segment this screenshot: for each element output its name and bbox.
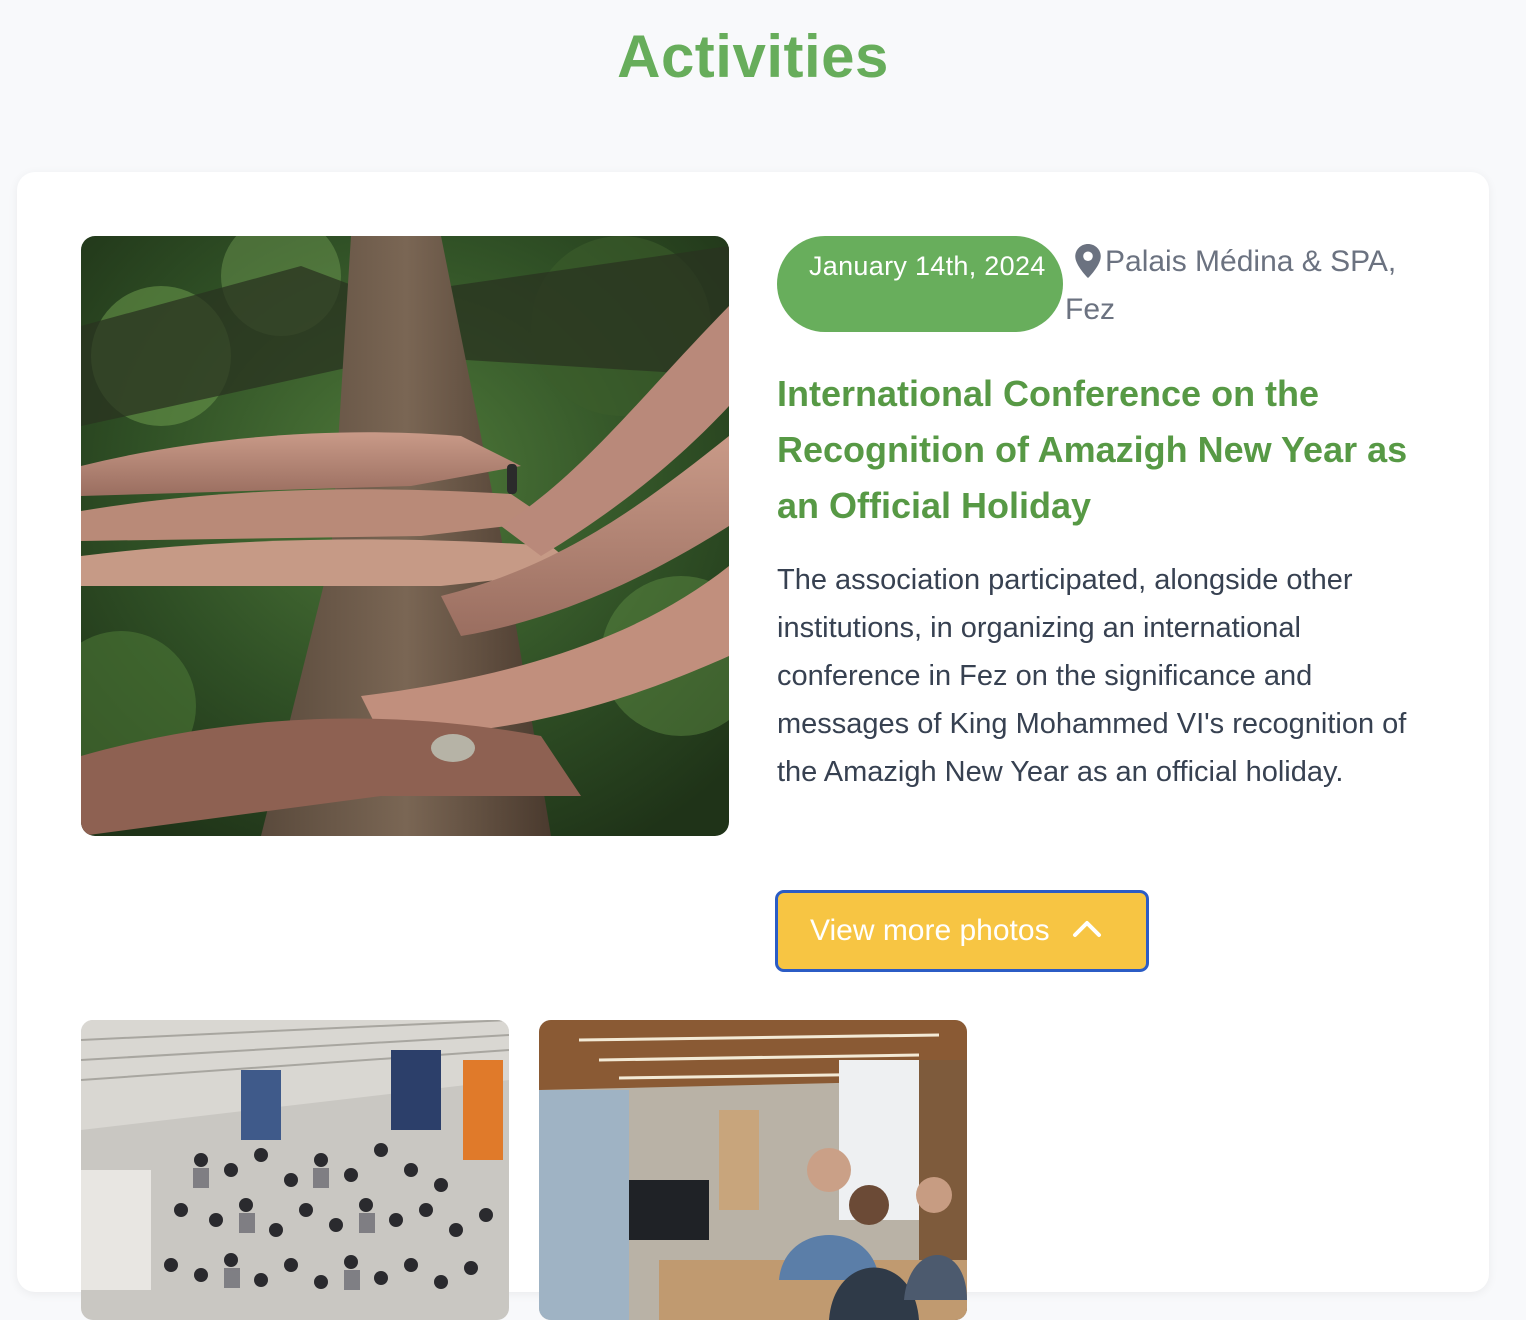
date-badge: January 14th, 2024 — [777, 236, 1063, 332]
location-text: Palais Médina & SPA, Fez — [1065, 245, 1397, 326]
page-title: Activities — [617, 23, 889, 90]
activity-main-photo[interactable] — [81, 236, 729, 836]
view-more-photos-label: View more photos — [810, 914, 1050, 948]
event-description: The association participated, alongside … — [777, 564, 1407, 788]
view-more-photos-button[interactable]: View more photos — [775, 890, 1149, 972]
photo-thumbnail[interactable] — [539, 1020, 967, 1320]
crowd-event-photo — [81, 1020, 509, 1320]
chevron-up-icon — [1072, 920, 1101, 937]
hands-on-tree-image — [81, 236, 729, 836]
activity-meta: January 14th, 2024 Palais Médina & SPA, … — [777, 236, 1427, 336]
event-title: International Conference on the Recognit… — [777, 373, 1408, 526]
photo-thumbnail[interactable] — [81, 1020, 509, 1320]
office-meeting-photo — [539, 1020, 967, 1320]
activity-card: January 14th, 2024 Palais Médina & SPA, … — [17, 172, 1489, 1320]
